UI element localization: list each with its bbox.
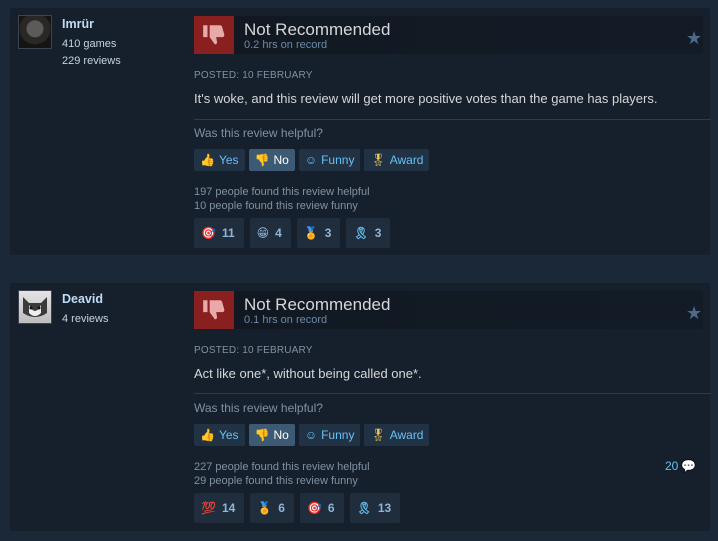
award-medal[interactable]: 🏅 6 (250, 493, 294, 523)
vote-header: Not Recommended 0.1 hrs on record ★ (194, 291, 703, 329)
vote-buttons: 👍 Yes 👎 No ☺ Funny 🎖 Award (194, 424, 430, 446)
yes-button[interactable]: 👍 Yes (194, 424, 245, 446)
grin-icon: 😁 (256, 226, 270, 240)
funny-button[interactable]: ☺ Funny (298, 149, 361, 171)
ribbon-icon: 🎗 (356, 501, 372, 515)
award-count: 14 (221, 501, 236, 515)
author-reviews-count[interactable]: 229 reviews (62, 55, 121, 67)
smiley-icon: ☺ (304, 428, 318, 442)
review-text: Act like one*, without being called one*… (194, 366, 422, 381)
smiley-icon: ☺ (304, 153, 318, 167)
comment-count-button[interactable]: 20 💬 (665, 459, 696, 473)
no-button[interactable]: 👎 No (248, 149, 295, 171)
medal-icon: 🏅 (303, 226, 319, 240)
vote-stats: 197 people found this review helpful 10 … (194, 185, 370, 213)
no-label: No (273, 153, 289, 167)
recommendation-title: Not Recommended (244, 20, 391, 39)
helpful-count: 197 people found this review helpful (194, 186, 370, 198)
thumbs-down-icon: 👎 (254, 428, 270, 442)
yes-button[interactable]: 👍 Yes (194, 149, 245, 171)
award-button[interactable]: 🎖 Award (364, 424, 430, 446)
helpful-question: Was this review helpful? (194, 126, 323, 140)
award-icon: 🎖 (370, 428, 386, 442)
funny-count: 29 people found this review funny (194, 475, 358, 487)
thumbs-up-icon: 👍 (200, 153, 215, 167)
divider (194, 393, 711, 394)
funny-label: Funny (321, 153, 355, 167)
recommendation-title: Not Recommended (244, 295, 391, 314)
vote-header: Not Recommended 0.2 hrs on record ★ (194, 16, 703, 54)
review-author: Imrür 410 games 229 reviews (18, 15, 188, 67)
helpful-count: 227 people found this review helpful (194, 461, 370, 473)
award-target[interactable]: 🎯 11 (194, 218, 244, 248)
awards-list: 💯 14 🏅 6 🎯 6 🎗 13 (194, 493, 401, 523)
vote-stats: 227 people found this review helpful 29 … (194, 460, 370, 488)
medal-icon: 🏅 (257, 501, 273, 515)
award-ribbon[interactable]: 🎗 3 (346, 218, 391, 248)
thumbs-down-icon (194, 16, 234, 54)
award-icon: 🎖 (370, 153, 386, 167)
thumbs-up-icon: 👍 (200, 428, 215, 442)
award-ribbon[interactable]: 🎗 13 (349, 493, 401, 523)
thumbs-down-icon: 👎 (254, 153, 270, 167)
review-text: It's woke, and this review will get more… (194, 91, 658, 106)
yes-label: Yes (218, 153, 239, 167)
avatar[interactable] (18, 290, 52, 324)
award-label: Award (389, 428, 424, 442)
review-card: Deavid 4 reviews Not Recommended 0.1 hrs… (10, 283, 711, 531)
vote-buttons: 👍 Yes 👎 No ☺ Funny 🎖 Award (194, 149, 430, 171)
yes-label: Yes (218, 428, 239, 442)
thumbs-down-icon (194, 291, 234, 329)
author-games-count[interactable]: 410 games (62, 38, 116, 50)
divider (194, 119, 711, 120)
review-body: Not Recommended 0.1 hrs on record ★ POST… (186, 283, 711, 531)
award-medal[interactable]: 🏅 3 (296, 218, 341, 248)
award-count: 4 (275, 226, 282, 240)
award-count: 13 (377, 501, 392, 515)
comment-icon: 💬 (681, 459, 697, 473)
funny-count: 10 people found this review funny (194, 200, 358, 212)
award-count: 3 (374, 226, 382, 240)
review-body: Not Recommended 0.2 hrs on record ★ POST… (186, 8, 711, 255)
avatar[interactable] (18, 15, 52, 49)
award-hundred[interactable]: 💯 14 (194, 493, 245, 523)
award-count: 3 (324, 226, 332, 240)
author-name[interactable]: Deavid (62, 292, 103, 306)
star-icon[interactable]: ★ (686, 303, 702, 324)
award-target[interactable]: 🎯 6 (299, 493, 344, 523)
funny-label: Funny (321, 428, 355, 442)
no-label: No (273, 428, 289, 442)
ribbon-icon: 🎗 (353, 226, 369, 240)
awards-list: 🎯 11 😁 4 🏅 3 🎗 3 (194, 218, 391, 248)
award-count: 6 (278, 501, 285, 515)
hours-on-record: 0.2 hrs on record (244, 39, 328, 51)
star-icon[interactable]: ★ (686, 28, 702, 49)
no-button[interactable]: 👎 No (248, 424, 295, 446)
award-count: 11 (221, 226, 235, 240)
review-card: Imrür 410 games 229 reviews Not Recommen… (10, 8, 711, 255)
target-icon: 🎯 (306, 501, 322, 515)
funny-button[interactable]: ☺ Funny (298, 424, 361, 446)
target-icon: 🎯 (201, 226, 216, 240)
award-button[interactable]: 🎖 Award (364, 149, 430, 171)
posted-date: POSTED: 10 FEBRUARY (194, 345, 313, 356)
hundred-icon: 💯 (201, 501, 216, 515)
comment-count: 20 (665, 459, 679, 473)
author-name[interactable]: Imrür (62, 17, 94, 31)
hours-on-record: 0.1 hrs on record (244, 314, 328, 326)
posted-date: POSTED: 10 FEBRUARY (194, 70, 313, 81)
award-grin[interactable]: 😁 4 (249, 218, 291, 248)
author-reviews-count[interactable]: 4 reviews (62, 313, 108, 325)
award-count: 6 (327, 501, 335, 515)
review-author: Deavid 4 reviews (18, 290, 188, 330)
helpful-question: Was this review helpful? (194, 401, 323, 415)
award-label: Award (389, 153, 424, 167)
